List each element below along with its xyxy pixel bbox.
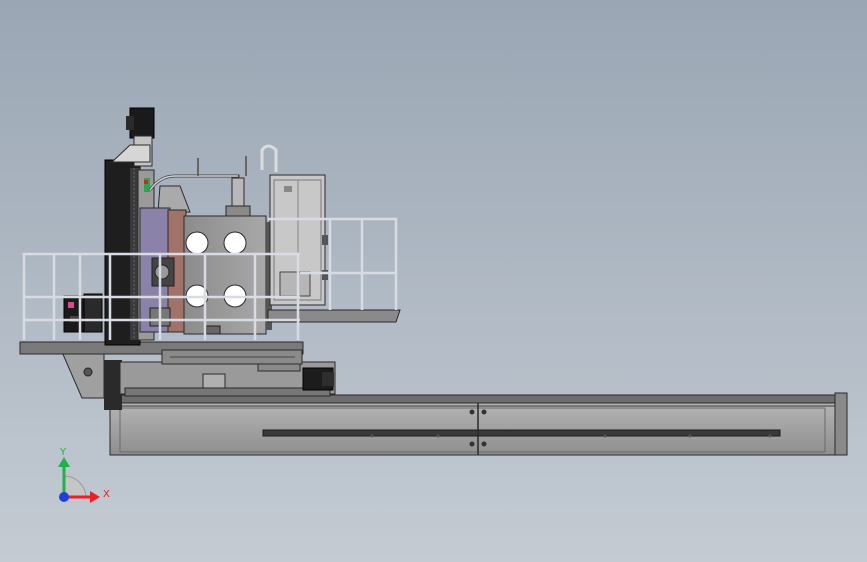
machine-drawing[interactable]: Y X [0, 0, 867, 562]
z-axis-dot [59, 492, 69, 502]
operator-platform[interactable] [19, 341, 304, 365]
base-rail[interactable] [109, 392, 848, 456]
cad-viewport[interactable]: Y X [0, 0, 867, 562]
control-pendant[interactable] [63, 293, 103, 333]
lifting-hook[interactable] [260, 144, 278, 172]
port-hole [223, 231, 247, 255]
rail-slot [262, 429, 781, 437]
x-axis-label: X [103, 489, 110, 500]
axis-triad: Y X [58, 447, 110, 503]
port-hole [185, 231, 209, 255]
y-axis-label: Y [59, 447, 67, 458]
coolant-pipe[interactable] [148, 144, 278, 219]
